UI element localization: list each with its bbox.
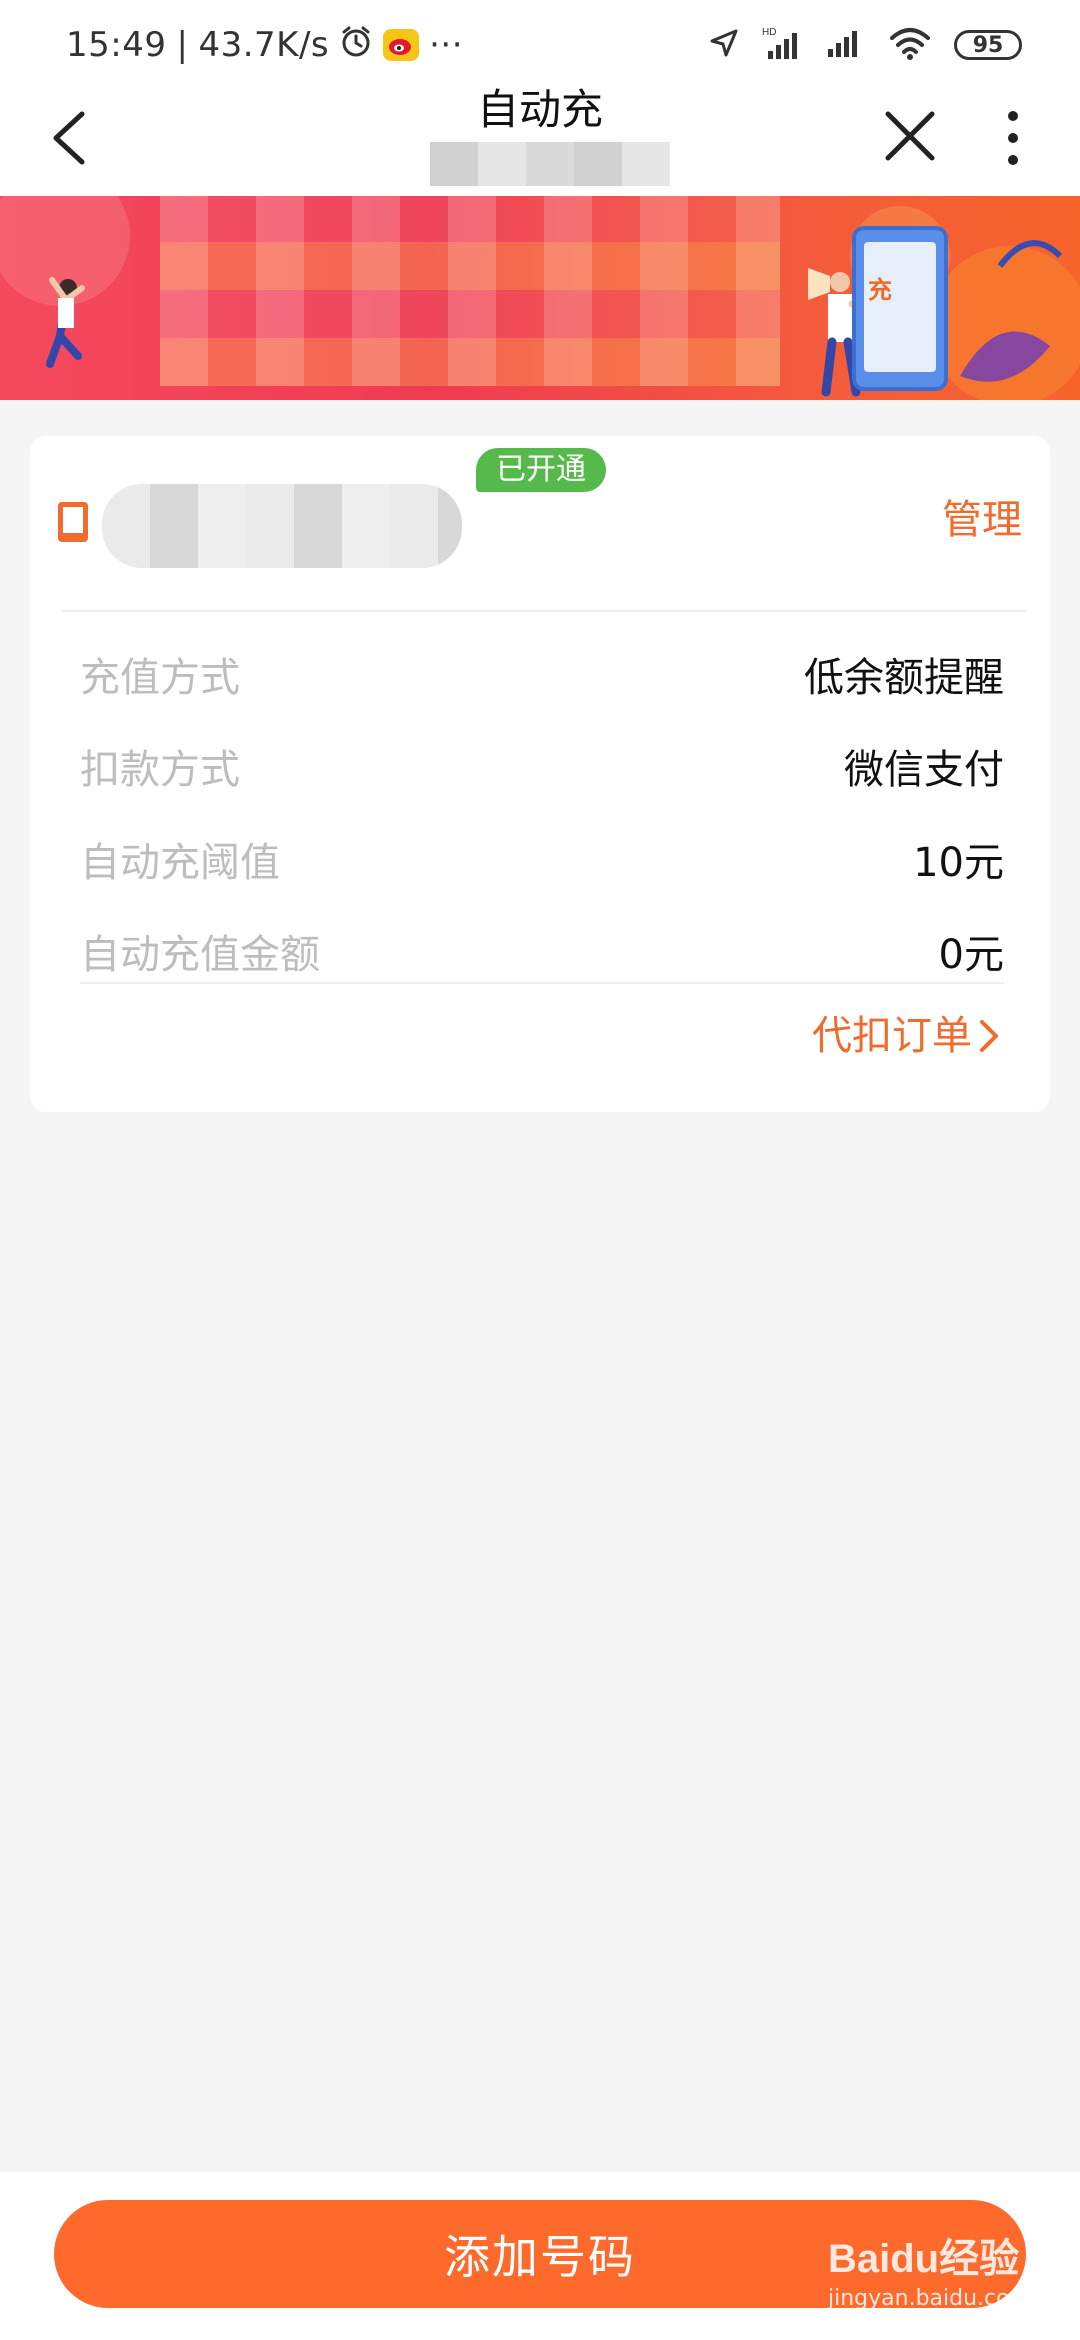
signal-hd-icon: HD — [762, 25, 804, 65]
status-net-speed: 43.7K/s — [198, 25, 330, 65]
status-right: HD 95 — [708, 22, 1022, 68]
detail-value: 低余额提醒 — [804, 655, 1004, 701]
status-badge: 已开通 — [476, 448, 606, 492]
divider — [62, 610, 1026, 612]
svg-text:HD: HD — [762, 27, 776, 38]
more-vertical-icon — [1008, 111, 1018, 165]
orders-link-label: 代扣订单 — [812, 1013, 972, 1059]
location-icon — [708, 27, 740, 63]
manage-button[interactable]: 管理 — [942, 496, 1022, 544]
wifi-icon — [888, 26, 932, 64]
status-time: 15:49 — [66, 25, 167, 65]
detail-value: 微信支付 — [844, 747, 1004, 793]
detail-row-recharge-amount: 自动充值金额 0元 — [80, 921, 1004, 981]
detail-label: 充值方式 — [80, 655, 240, 701]
detail-value: 10元 — [913, 840, 1004, 886]
close-button[interactable] — [880, 106, 940, 166]
banner-phone-label: 充 — [868, 276, 892, 304]
detail-row-recharge-method: 充值方式 低余额提醒 — [80, 644, 1004, 704]
promo-banner[interactable]: 充 — [0, 196, 1080, 400]
detail-row-payment-method: 扣款方式 微信支付 — [80, 736, 1004, 796]
banner-phone-graphic: 充 — [852, 226, 948, 391]
status-left: 15:49 | 43.7K/s ··· — [66, 22, 463, 68]
alarm-icon — [339, 24, 373, 67]
detail-label: 自动充值金额 — [80, 932, 320, 978]
auto-recharge-card: 已开通 管理 充值方式 低余额提醒 扣款方式 微信支付 自动充阈值 10元 自动… — [30, 436, 1050, 1112]
watermark-brand: Baidu经验 — [828, 2237, 1020, 2281]
status-bar: 15:49 | 43.7K/s ··· HD 95 — [0, 0, 1080, 90]
nav-bar: 自动充 — [0, 89, 1080, 196]
chevron-right-icon — [980, 1020, 998, 1052]
detail-label: 扣款方式 — [80, 747, 240, 793]
divider — [80, 982, 1004, 984]
battery-indicator: 95 — [954, 30, 1022, 60]
phone-number-redacted — [102, 484, 462, 568]
detail-value: 0元 — [938, 932, 1004, 978]
close-icon — [885, 111, 935, 161]
detail-label: 自动充阈值 — [80, 840, 280, 886]
nav-subtitle-redacted — [430, 142, 670, 186]
mobile-phone-icon — [56, 500, 90, 544]
more-notifications-icon: ··· — [429, 25, 464, 65]
watermark-site: jingyan.baidu.com — [828, 2286, 1032, 2311]
signal-icon — [826, 27, 866, 63]
banner-redacted — [160, 196, 780, 386]
weibo-icon — [383, 29, 420, 61]
status-separator: | — [176, 25, 189, 65]
baidu-watermark: Baidu经验 jingyan.baidu.com — [828, 2226, 1058, 2336]
detail-row-threshold: 自动充阈值 10元 — [80, 829, 1004, 889]
more-menu-button[interactable] — [998, 104, 1028, 172]
withholding-orders-link[interactable]: 代扣订单 — [812, 1008, 1002, 1064]
